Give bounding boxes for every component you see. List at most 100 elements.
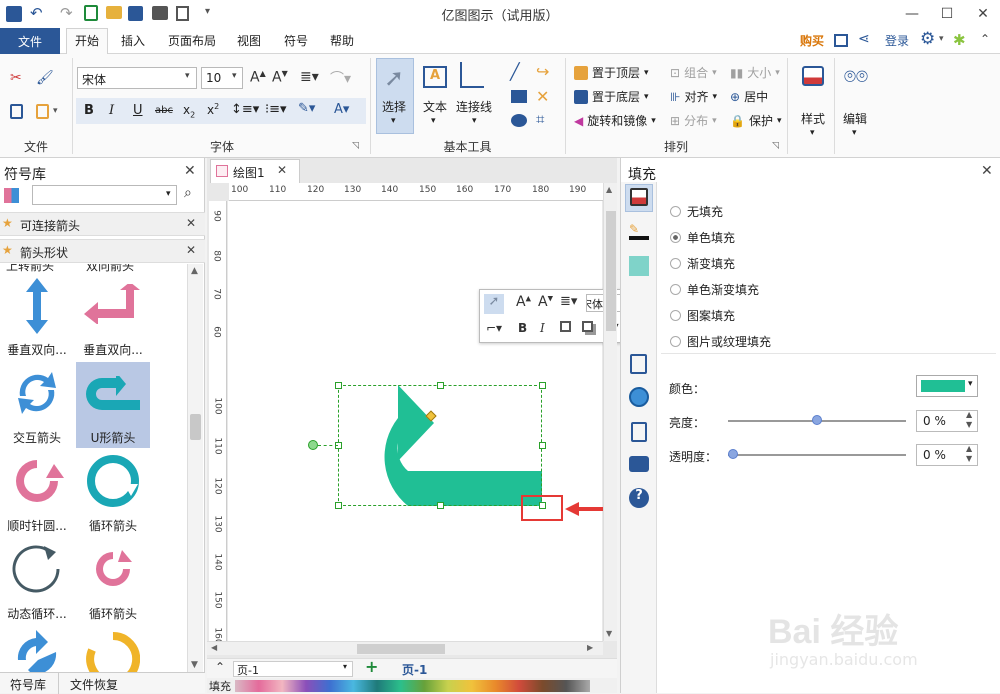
buy-link[interactable]: 购买 [800, 32, 824, 49]
scroll-up-icon[interactable]: ▲ [191, 266, 198, 276]
share-icon[interactable]: ⋖ [858, 31, 870, 47]
rectangle-tool-icon[interactable] [511, 90, 527, 103]
crop-tool-icon[interactable]: ⌗ [536, 110, 544, 128]
font-size-dropdown-icon[interactable]: ▾ [232, 71, 237, 81]
shape-vertical-double-arrow-2[interactable]: 垂直双向... [76, 274, 150, 360]
cross-tool-icon[interactable]: ✕ [536, 87, 549, 106]
align-button[interactable]: ⊪ 对齐 ▾ [670, 88, 717, 105]
shape-clockwise-circular-arrow[interactable]: 顺时针圆... [0, 450, 74, 536]
mini-pointer-icon[interactable]: ➚ [484, 294, 504, 314]
library-header-connectable-arrows[interactable]: ★ 可连接箭头 ✕ [0, 212, 205, 236]
scroll-left-icon[interactable]: ◀ [211, 643, 217, 652]
shape-interactive-arrows[interactable]: 交互箭头 [0, 362, 74, 448]
tab-page-layout[interactable]: 页面布局 [168, 32, 216, 49]
resize-handle[interactable] [539, 382, 546, 389]
maximize-button[interactable]: ☐ [930, 0, 964, 28]
page-select-dropdown-icon[interactable]: ▾ [343, 662, 347, 671]
select-dropdown-icon[interactable]: ▾ [391, 116, 396, 126]
shape-refresh-arrows[interactable] [0, 626, 74, 674]
shape-dynamic-loop-arrow[interactable]: 动态循环... [0, 538, 74, 624]
scroll-down-icon[interactable]: ▼ [606, 629, 612, 638]
curve-tool-icon[interactable]: ↪ [536, 62, 549, 81]
center-button[interactable]: ⊕ 居中 [730, 88, 768, 105]
mini-font-grow-icon[interactable]: A▲ [516, 294, 531, 310]
settings-dropdown-icon[interactable]: ▾ [939, 34, 944, 44]
shape-loop-arrow-2[interactable]: 循环箭头 [76, 538, 150, 624]
rotation-handle[interactable] [308, 440, 318, 450]
brightness-slider-thumb[interactable] [812, 415, 822, 425]
library-grid-icon[interactable] [4, 188, 19, 203]
connector-tool-label[interactable]: 连接线 [456, 98, 492, 115]
binoculars-icon[interactable]: ⌾⌾ [844, 64, 868, 88]
page-tab[interactable]: 页-1 [402, 661, 427, 678]
style-paint-icon[interactable] [802, 66, 824, 86]
panel-close-icon[interactable]: ✕ [184, 163, 196, 179]
canvas-vertical-scrollbar[interactable]: ▲ ▼ [603, 183, 617, 641]
scroll-thumb[interactable] [190, 414, 201, 440]
font-dialog-launcher-icon[interactable]: ◹ [352, 141, 359, 151]
mini-italic-button[interactable]: I [540, 321, 545, 335]
font-shrink-icon[interactable]: A▼ [272, 69, 288, 86]
page-properties-icon[interactable] [630, 354, 647, 374]
scroll-up-icon[interactable]: ▲ [606, 185, 612, 194]
font-name-dropdown-icon[interactable]: ▾ [185, 71, 190, 81]
tab-symbol-library[interactable]: 符号库 [10, 676, 46, 693]
document-tab-close-icon[interactable]: ✕ [277, 163, 287, 177]
attachment-icon[interactable] [631, 422, 647, 442]
fill-option-gradient[interactable]: 渐变填充 [670, 255, 735, 272]
fill-option-picture-texture[interactable]: 图片或纹理填充 [670, 333, 771, 350]
shape-loop-arrow[interactable]: 循环箭头 [76, 450, 150, 536]
fill-option-none[interactable]: 无填充 [670, 203, 723, 220]
style-dropdown-icon[interactable]: ▾ [810, 128, 815, 138]
tab-start[interactable]: 开始 [75, 32, 99, 49]
panel-scrollbar[interactable]: ▲ ▼ [187, 264, 203, 674]
resize-handle[interactable] [335, 502, 342, 509]
protect-button[interactable]: 🔒 保护 ▾ [730, 112, 782, 129]
paste-dropdown-icon[interactable]: ▾ [53, 106, 58, 116]
tab-insert[interactable]: 插入 [121, 32, 145, 49]
format-painter-icon[interactable]: 🖌 [36, 70, 54, 86]
login-link[interactable]: 登录 [885, 32, 909, 49]
page-select[interactable]: 页-1 [233, 661, 353, 677]
arrange-dialog-launcher-icon[interactable]: ◹ [772, 141, 779, 151]
library-search-input[interactable] [32, 185, 177, 205]
select-pointer-icon[interactable]: ➚ [384, 64, 404, 92]
resize-handle[interactable] [335, 382, 342, 389]
tab-view[interactable]: 视图 [237, 32, 261, 49]
line-tool-icon[interactable]: ╱ [510, 62, 520, 81]
mini-font-shrink-icon[interactable]: A▼ [538, 294, 553, 310]
paste-icon[interactable] [36, 104, 49, 119]
mini-align-icon[interactable]: ≣▾ [560, 294, 577, 309]
line-tool-style-icon[interactable]: ✎ [629, 222, 649, 240]
scroll-right-icon[interactable]: ▶ [587, 643, 593, 652]
fill-option-solid-gradient[interactable]: 单色渐变填充 [670, 281, 759, 298]
resize-handle[interactable] [539, 442, 546, 449]
shadow-tool-icon[interactable] [629, 256, 649, 276]
ribbon-collapse-icon[interactable]: ⌃ [980, 32, 990, 46]
bold-button[interactable]: B [84, 103, 94, 118]
mini-bring-front-icon[interactable] [560, 321, 571, 332]
cut-icon[interactable]: ✂ [10, 70, 22, 86]
fill-panel-close-icon[interactable]: ✕ [981, 163, 993, 179]
color-picker[interactable]: ▾ [916, 375, 978, 397]
minimize-button[interactable]: — [895, 0, 929, 28]
settings-gear-icon[interactable]: ⚙ [920, 29, 935, 49]
mini-connector-icon[interactable]: ⌐▾ [486, 321, 502, 335]
connector-tool-icon[interactable] [460, 62, 484, 88]
copy-icon[interactable] [10, 104, 23, 119]
scroll-down-icon[interactable]: ▼ [191, 660, 198, 670]
canvas-horizontal-scrollbar[interactable]: ◀ ▶ [207, 641, 603, 655]
shape-u-arrow[interactable]: U形箭头 [76, 362, 150, 448]
distribute-button[interactable]: ⊞ 分布 ▾ [670, 112, 717, 129]
resize-handle[interactable] [437, 502, 444, 509]
page-up-icon[interactable]: ⌃ [215, 660, 225, 674]
fill-option-solid[interactable]: 单色填充 [670, 229, 735, 246]
strikethrough-button[interactable]: abc [155, 105, 173, 116]
help-icon[interactable]: ? [629, 488, 649, 508]
ellipse-tool-icon[interactable] [511, 114, 527, 127]
mini-send-back-icon[interactable] [582, 321, 593, 332]
select-tool-label[interactable]: 选择 [382, 98, 406, 115]
group-button[interactable]: ⊡ 组合 ▾ [670, 64, 717, 81]
transparency-slider-thumb[interactable] [728, 449, 738, 459]
style-label[interactable]: 样式 [801, 110, 825, 127]
